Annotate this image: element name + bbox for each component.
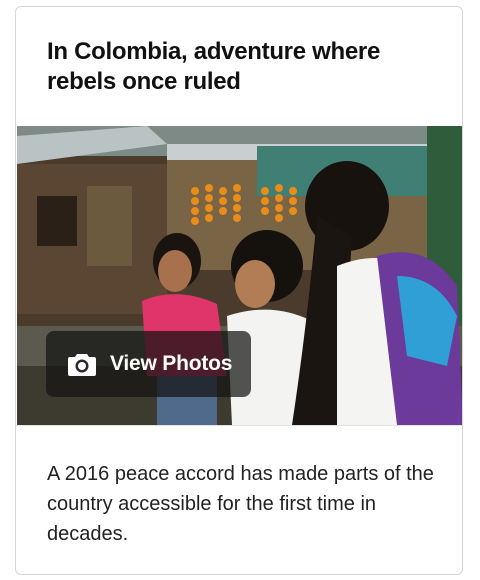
- article-headline[interactable]: In Colombia, adventure where rebels once…: [47, 37, 427, 97]
- camera-icon: [68, 354, 96, 376]
- article-summary: A 2016 peace accord has made parts of th…: [47, 463, 434, 545]
- card-divider: [16, 425, 462, 426]
- article-photo[interactable]: View Photos: [17, 126, 462, 425]
- view-photos-label: View Photos: [110, 352, 233, 375]
- view-photos-button[interactable]: View Photos: [46, 331, 251, 397]
- article-card[interactable]: In Colombia, adventure where rebels once…: [15, 6, 463, 575]
